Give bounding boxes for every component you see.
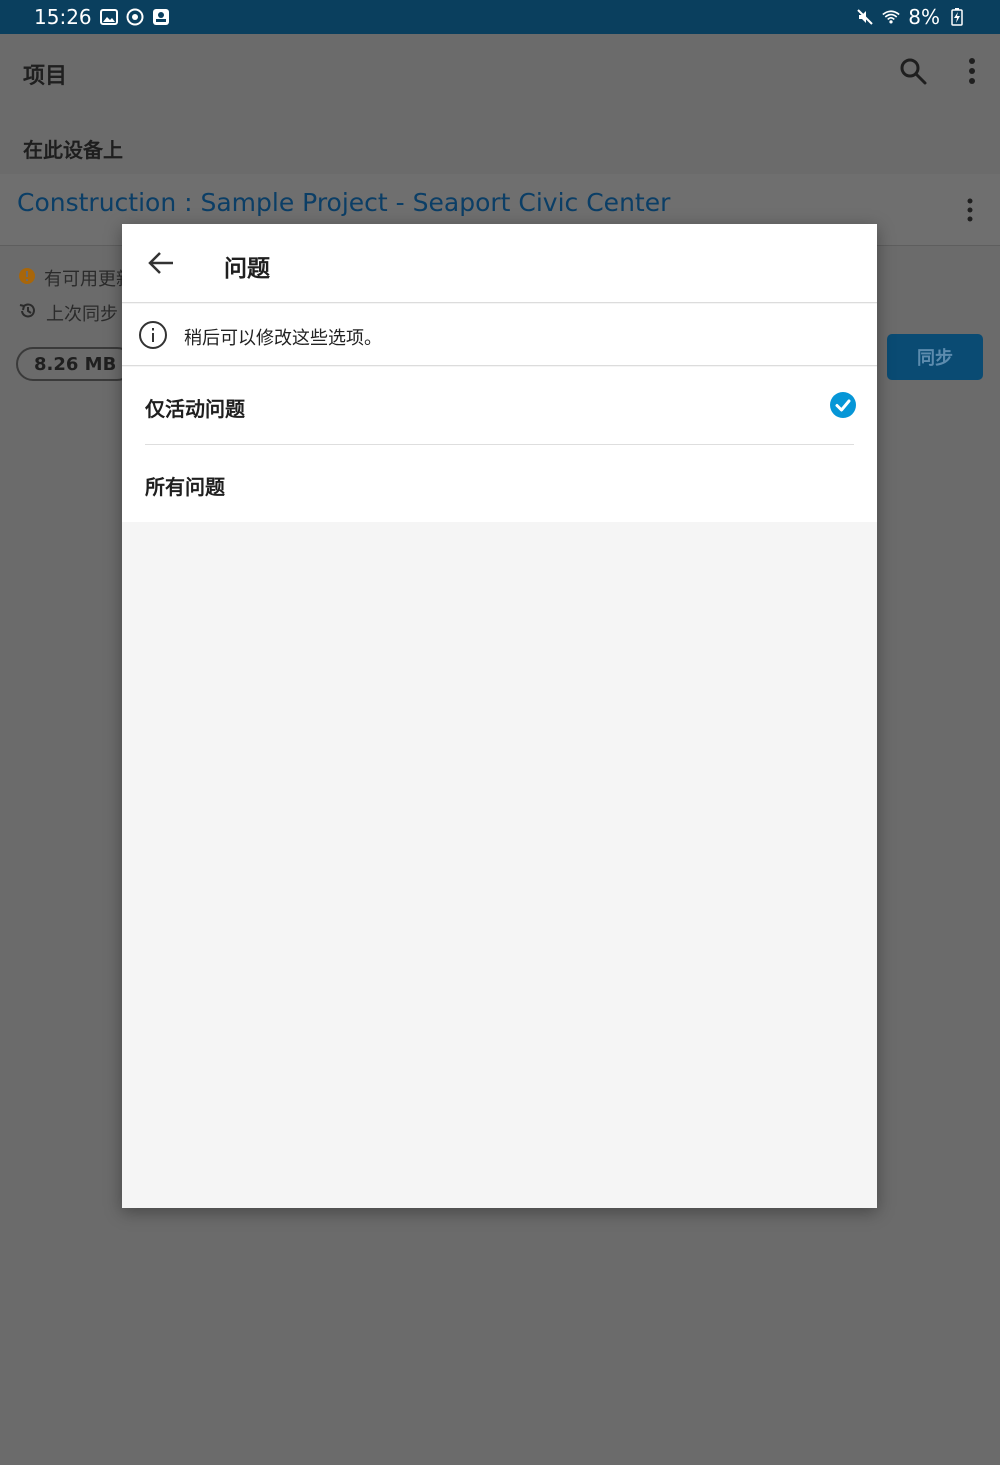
info-icon xyxy=(138,320,168,354)
last-sync: 上次同步 xyxy=(18,300,118,326)
info-banner: 稍后可以修改这些选项。 xyxy=(122,304,877,366)
mute-icon xyxy=(856,8,874,26)
sync-button[interactable]: 同步 xyxy=(887,334,983,380)
option-active-issues[interactable]: 仅活动问题 xyxy=(122,367,877,445)
project-more-icon[interactable] xyxy=(966,198,974,226)
warning-icon xyxy=(18,267,36,290)
info-text: 稍后可以修改这些选项。 xyxy=(184,328,382,349)
status-left: 15:26 xyxy=(34,5,170,29)
battery-text: 8% xyxy=(908,5,940,29)
issues-dialog: 问题 稍后可以修改这些选项。 仅活动问题 所有问题 xyxy=(122,224,877,1208)
search-icon[interactable] xyxy=(898,56,928,92)
dialog-header: 问题 xyxy=(122,224,877,303)
update-text: 有可用更新 xyxy=(44,269,134,290)
project-title[interactable]: Construction : Sample Project - Seaport … xyxy=(17,188,670,217)
wifi-icon xyxy=(882,8,900,26)
history-icon xyxy=(18,301,38,326)
status-right: 8% xyxy=(856,5,966,29)
option-label: 仅活动问题 xyxy=(145,397,245,421)
battery-charging-icon xyxy=(948,8,966,26)
option-label: 所有问题 xyxy=(145,475,225,499)
page-title: 项目 xyxy=(23,64,68,89)
status-bar: 15:26 8% xyxy=(0,0,1000,34)
last-sync-text: 上次同步 xyxy=(46,304,118,325)
app-bar: 项目 xyxy=(0,34,1000,114)
app-badge-icon xyxy=(152,8,170,26)
section-title: 在此设备上 xyxy=(23,138,123,162)
sync-circle-icon xyxy=(126,8,144,26)
size-chip: 8.26 MB xyxy=(16,347,135,381)
app-bar-actions xyxy=(898,56,976,92)
check-circle-icon xyxy=(829,391,857,423)
update-available: 有可用更新 xyxy=(18,265,134,291)
status-time: 15:26 xyxy=(34,5,92,29)
dialog-title: 问题 xyxy=(224,256,270,282)
option-all-issues[interactable]: 所有问题 xyxy=(122,445,877,522)
more-vert-icon[interactable] xyxy=(968,57,976,91)
image-icon xyxy=(99,8,118,26)
back-arrow-icon[interactable] xyxy=(144,246,178,280)
